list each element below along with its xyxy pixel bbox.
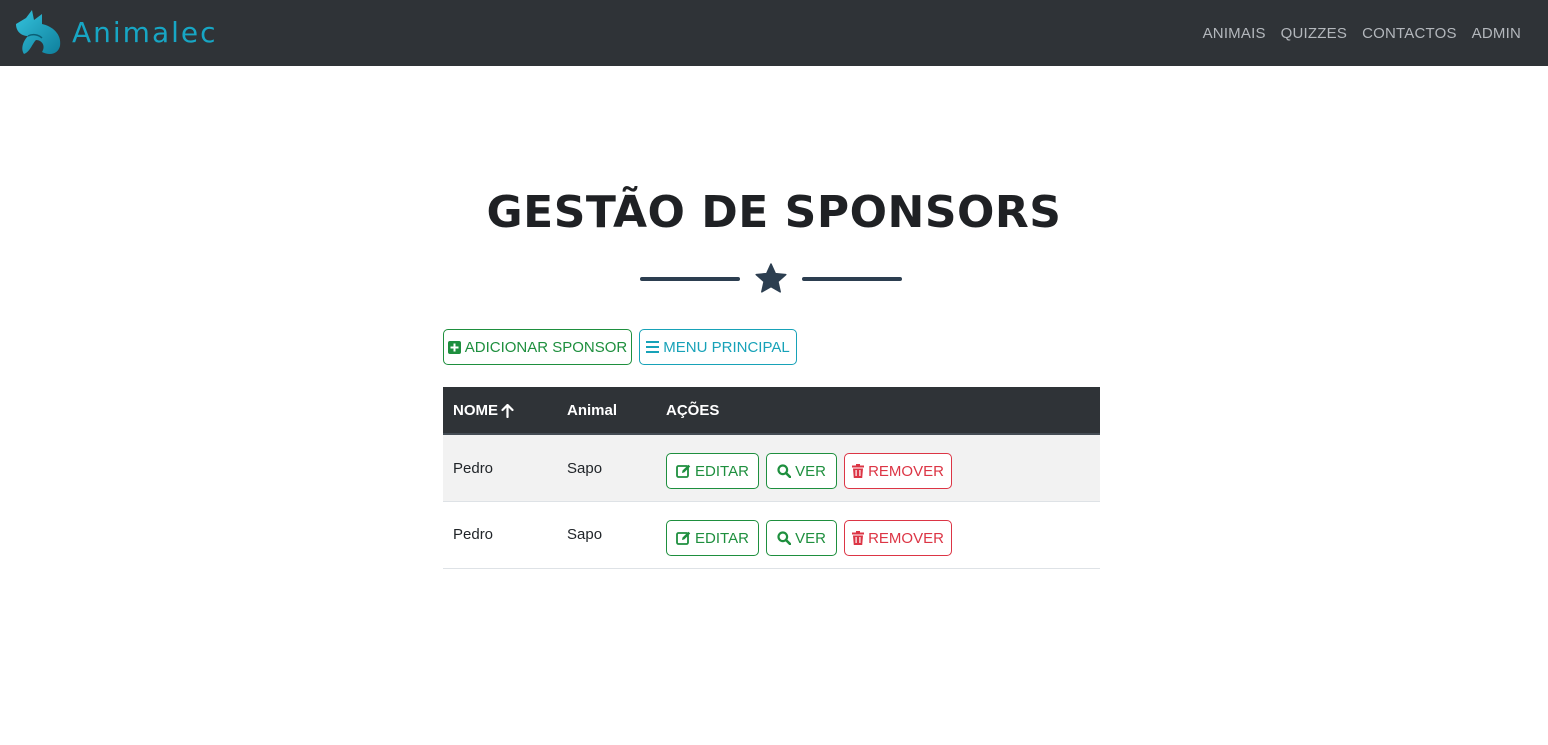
table-row: Pedro Sapo EDITAR VER REMOVER [443,435,1100,502]
star-icon [755,263,787,293]
main-menu-button[interactable]: MENU PRINCIPAL [639,329,797,365]
brand-name: Animalec [72,15,218,49]
column-header-name[interactable]: NOME [453,402,514,419]
edit-label: EDITAR [695,462,749,480]
page-title: GESTÃO DE SPONSORS [486,187,1062,238]
main-menu-label: MENU PRINCIPAL [663,338,790,356]
table-row: Pedro Sapo EDITAR VER REMOVER [443,502,1100,569]
bars-icon [646,341,660,353]
nav-link-quizzes[interactable]: QUIZZES [1281,25,1347,42]
column-header-name-label: NOME [453,402,498,419]
view-label: VER [795,462,826,480]
remove-button[interactable]: REMOVER [844,520,952,556]
add-sponsor-button[interactable]: ADICIONAR SPONSOR [443,329,632,365]
star-divider [640,262,902,296]
column-header-actions: AÇÕES [666,402,720,419]
brand-link[interactable]: Animalec [12,8,218,58]
arrow-up-icon [501,403,514,418]
cell-name: Pedro [453,526,494,543]
column-header-animal[interactable]: Animal [567,402,617,419]
view-button[interactable]: VER [766,453,837,489]
trash-icon [852,464,865,478]
sponsors-table: NOME Animal AÇÕES Pedro Sapo EDITAR VER [443,387,1100,569]
cell-name: Pedro [453,460,494,477]
table-header: NOME Animal AÇÕES [443,387,1100,435]
view-label: VER [795,529,826,547]
edit-icon [676,464,691,478]
add-sponsor-label: ADICIONAR SPONSOR [464,338,628,356]
cell-animal: Sapo [567,526,603,543]
animal-logo-icon [16,10,61,54]
nav-link-contactos[interactable]: CONTACTOS [1362,25,1457,42]
nav-link-animais[interactable]: ANIMAIS [1203,25,1266,42]
trash-icon [852,531,865,545]
main-nav: ANIMAIS QUIZZES CONTACTOS ADMIN [1188,0,1521,66]
remove-button[interactable]: REMOVER [844,453,952,489]
edit-icon [676,531,691,545]
cell-animal: Sapo [567,460,603,477]
edit-button[interactable]: EDITAR [666,520,759,556]
edit-button[interactable]: EDITAR [666,453,759,489]
remove-label: REMOVER [868,529,944,547]
search-icon [777,464,792,478]
search-icon [777,531,792,545]
plus-square-icon [447,340,461,354]
view-button[interactable]: VER [766,520,837,556]
navbar: Animalec ANIMAIS QUIZZES CONTACTOS ADMIN [0,0,1548,66]
edit-label: EDITAR [695,529,749,547]
divider-line-left [640,277,740,281]
remove-label: REMOVER [868,462,944,480]
divider-line-right [802,277,902,281]
nav-link-admin[interactable]: ADMIN [1472,25,1521,42]
